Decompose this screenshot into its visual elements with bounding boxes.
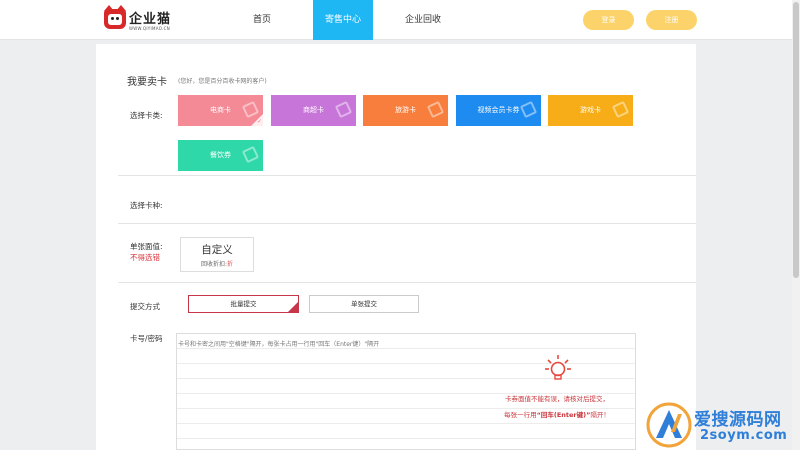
batch-submit-button[interactable]: 批量提交: [188, 295, 299, 313]
card-type-travel[interactable]: 旅游卡: [363, 95, 448, 126]
recycle-discount-text: 回收折扣:折: [200, 261, 234, 268]
submit-mode-label: 提交方式: [130, 302, 160, 311]
watermark-text-domain: 2soym.com: [700, 428, 788, 443]
register-button[interactable]: 注册: [646, 10, 697, 30]
sell-card-panel: 我要卖卡 (您好，您是百分百收卡网的客户) 选择卡类: 电商卡 ✓ 商超卡 旅游…: [96, 44, 696, 450]
card-number-password-textarea[interactable]: 卡号和卡密之间用"空格键"隔开，每张卡占用一行用"回车（Enter键）"隔开 卡…: [176, 333, 636, 450]
nav-enterprise-recycle[interactable]: 企业回收: [398, 0, 448, 40]
top-navigation-bar: 企业猫 WWW.QIYIMAO.CN 首页 寄售中心 企业回收 登录 注册: [0, 0, 800, 40]
card-type-label: 视频会员卡券: [477, 106, 520, 114]
tip-text-line2: 每张一行用“回车(Enter键)”隔开！: [504, 411, 610, 419]
card-input-label: 卡号/密码: [130, 334, 163, 343]
lightbulb-icon: [545, 355, 571, 380]
card-type-catering[interactable]: 餐饮券: [178, 140, 263, 171]
card-type-label: 电商卡: [210, 106, 231, 114]
page-title: 我要卖卡: [127, 77, 167, 88]
card-type-label: 餐饮券: [210, 151, 231, 159]
custom-value-title: 自定义: [201, 244, 233, 256]
nav-home[interactable]: 首页: [240, 0, 284, 40]
tip-text-line1: 卡券面值不能有误，请核对后提交，: [505, 395, 609, 403]
page-subtitle: (您好，您是百分百收卡网的客户): [178, 78, 267, 85]
custom-face-value-option[interactable]: 自定义 回收折扣:折: [180, 237, 254, 272]
selected-corner-icon: [288, 302, 298, 312]
divider: [118, 175, 696, 176]
login-button[interactable]: 登录: [583, 10, 634, 30]
card-type-label: 商超卡: [303, 106, 324, 114]
cat-logo-icon: [104, 5, 126, 29]
card-kind-label: 选择卡种:: [130, 201, 163, 210]
batch-submit-label: 批量提交: [230, 300, 257, 308]
watermark-logo-icon: [646, 402, 692, 448]
face-value-label: 单张面值:: [130, 242, 163, 251]
logo-text: 企业猫: [129, 12, 172, 27]
cart-icon: [334, 100, 353, 119]
watermark-text-cn: 爱搜源码网: [694, 410, 782, 430]
logo-url-text: WWW.QIYIMAO.CN: [129, 26, 170, 31]
palm-tree-icon: [426, 100, 445, 119]
scrollbar-thumb[interactable]: [793, 2, 799, 278]
video-icon: [519, 100, 538, 119]
card-type-label: 选择卡类:: [130, 111, 163, 120]
divider: [118, 223, 696, 224]
site-logo[interactable]: 企业猫 WWW.QIYIMAO.CN: [104, 5, 176, 35]
textarea-placeholder: 卡号和卡密之间用"空格键"隔开，每张卡占用一行用"回车（Enter键）"隔开: [178, 341, 380, 348]
nav-consignment-center[interactable]: 寄售中心: [313, 0, 373, 40]
card-type-supermarket[interactable]: 商超卡: [271, 95, 356, 126]
single-submit-button[interactable]: 单张提交: [309, 295, 419, 313]
food-icon: [241, 145, 260, 164]
face-value-warning: 不得选错: [130, 253, 160, 262]
check-icon: ✓: [256, 118, 262, 125]
gamepad-icon: [611, 100, 630, 119]
card-type-label: 旅游卡: [395, 106, 416, 114]
vertical-scrollbar[interactable]: [792, 0, 800, 450]
divider: [118, 282, 696, 283]
card-type-game[interactable]: 游戏卡: [548, 95, 633, 126]
watermark: 爱搜源码网 2soym.com: [646, 402, 792, 448]
card-type-label: 游戏卡: [580, 106, 601, 114]
card-type-video-membership[interactable]: 视频会员卡券: [456, 95, 541, 126]
card-type-ecommerce[interactable]: 电商卡 ✓: [178, 95, 263, 126]
